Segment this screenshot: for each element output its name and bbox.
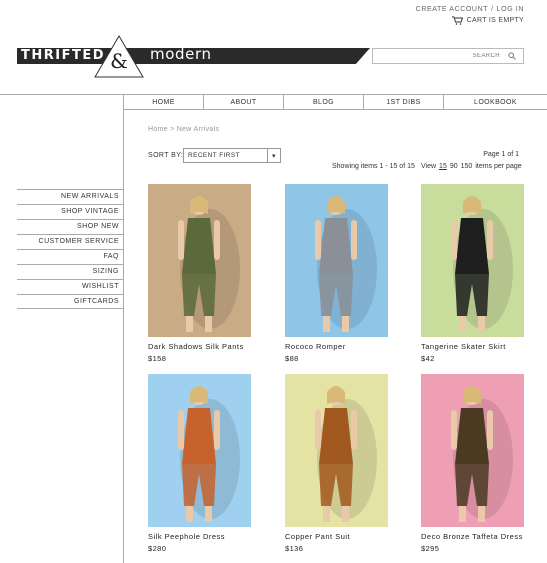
product-image[interactable]: [285, 184, 388, 337]
cart-label: CART IS EMPTY: [466, 17, 524, 24]
product-image[interactable]: [148, 184, 251, 337]
login-link[interactable]: LOG IN: [497, 6, 524, 13]
logo-ampersand: &: [110, 49, 128, 73]
product-price: $295: [421, 544, 440, 553]
per-page-selector: View 15 90 150 items per page: [421, 163, 522, 170]
search-input[interactable]: [373, 49, 503, 63]
model-photo: [315, 386, 377, 522]
product-image[interactable]: [148, 374, 251, 527]
product-card[interactable]: Dark Shadows Silk Pants $158: [148, 184, 251, 363]
product-card[interactable]: Tangerine Skater Skirt $42: [421, 184, 524, 363]
page-info: Page 1 of 1: [483, 151, 519, 158]
sidebar-item-faq[interactable]: FAQ: [17, 249, 123, 264]
product-image[interactable]: [285, 374, 388, 527]
sort-select[interactable]: RECENT FIRST ▾: [183, 148, 281, 163]
sidebar-item-customer-service[interactable]: CUSTOMER SERVICE: [17, 234, 123, 249]
per-page-90[interactable]: 90: [450, 163, 458, 170]
nav-about[interactable]: ABOUT: [203, 95, 283, 110]
product-name[interactable]: Silk Peephole Dress: [148, 532, 251, 541]
product-price: $42: [421, 354, 435, 363]
product-name[interactable]: Dark Shadows Silk Pants: [148, 342, 251, 351]
sort-label: SORT BY:: [148, 152, 184, 159]
model-photo: [178, 386, 240, 522]
product-image[interactable]: [421, 184, 524, 337]
cart-icon: [451, 16, 463, 25]
separator: /: [491, 6, 494, 13]
showing-count: Showing items 1 - 15 of 15: [332, 163, 415, 170]
product-name[interactable]: Tangerine Skater Skirt: [421, 342, 524, 351]
main-nav: HOME ABOUT BLOG 1ST DIBS LOOKBOOK: [123, 95, 547, 110]
product-name[interactable]: Deco Bronze Taffeta Dress: [421, 532, 524, 541]
per-page-label: items per page: [475, 163, 522, 170]
view-label: View: [421, 163, 437, 170]
product-price: $158: [148, 354, 167, 363]
sort-selected-value: RECENT FIRST: [188, 152, 240, 159]
content-divider: [123, 95, 124, 563]
account-links: CREATE ACCOUNT / LOG IN: [416, 6, 524, 13]
create-account-link[interactable]: CREATE ACCOUNT: [416, 6, 488, 13]
product-card[interactable]: Rococo Romper $88: [285, 184, 388, 363]
product-name[interactable]: Copper Pant Suit: [285, 532, 388, 541]
nav-lookbook[interactable]: LOOKBOOK: [443, 95, 547, 110]
model-photo: [178, 196, 240, 332]
per-page-15[interactable]: 15: [439, 163, 447, 170]
sidebar-menu: NEW ARRIVALS SHOP VINTAGE SHOP NEW CUSTO…: [17, 189, 123, 309]
per-page-150[interactable]: 150: [461, 163, 473, 170]
product-price: $280: [148, 544, 167, 553]
search-box[interactable]: [372, 48, 524, 64]
nav-home[interactable]: HOME: [123, 95, 203, 110]
product-price: $88: [285, 354, 299, 363]
logo-text-right: modern: [150, 45, 212, 63]
chevron-down-icon[interactable]: ▾: [267, 149, 280, 162]
product-price: $136: [285, 544, 304, 553]
sidebar-item-wishlist[interactable]: WISHLIST: [17, 279, 123, 294]
sidebar-item-sizing[interactable]: SIZING: [17, 264, 123, 279]
nav-blog[interactable]: BLOG: [283, 95, 363, 110]
model-photo: [451, 386, 513, 522]
model-photo: [451, 196, 513, 332]
cart-status[interactable]: CART IS EMPTY: [451, 16, 524, 25]
model-photo: [315, 196, 377, 332]
product-card[interactable]: Deco Bronze Taffeta Dress $295: [421, 374, 524, 553]
nav-1st-dibs[interactable]: 1ST DIBS: [363, 95, 443, 110]
product-card[interactable]: Silk Peephole Dress $280: [148, 374, 251, 553]
sidebar-item-new-arrivals[interactable]: NEW ARRIVALS: [17, 189, 123, 204]
site-logo[interactable]: THRIFTED modern: [17, 45, 370, 64]
product-name[interactable]: Rococo Romper: [285, 342, 388, 351]
breadcrumb[interactable]: Home > New Arrivals: [148, 126, 219, 133]
product-image[interactable]: [421, 374, 524, 527]
product-card[interactable]: Copper Pant Suit $136: [285, 374, 388, 553]
logo-triangle-ampersand: &: [94, 35, 144, 78]
sidebar-item-giftcards[interactable]: GIFTCARDS: [17, 294, 123, 309]
search-icon[interactable]: [508, 52, 516, 60]
sidebar-item-shop-new[interactable]: SHOP NEW: [17, 219, 123, 234]
sidebar-item-shop-vintage[interactable]: SHOP VINTAGE: [17, 204, 123, 219]
